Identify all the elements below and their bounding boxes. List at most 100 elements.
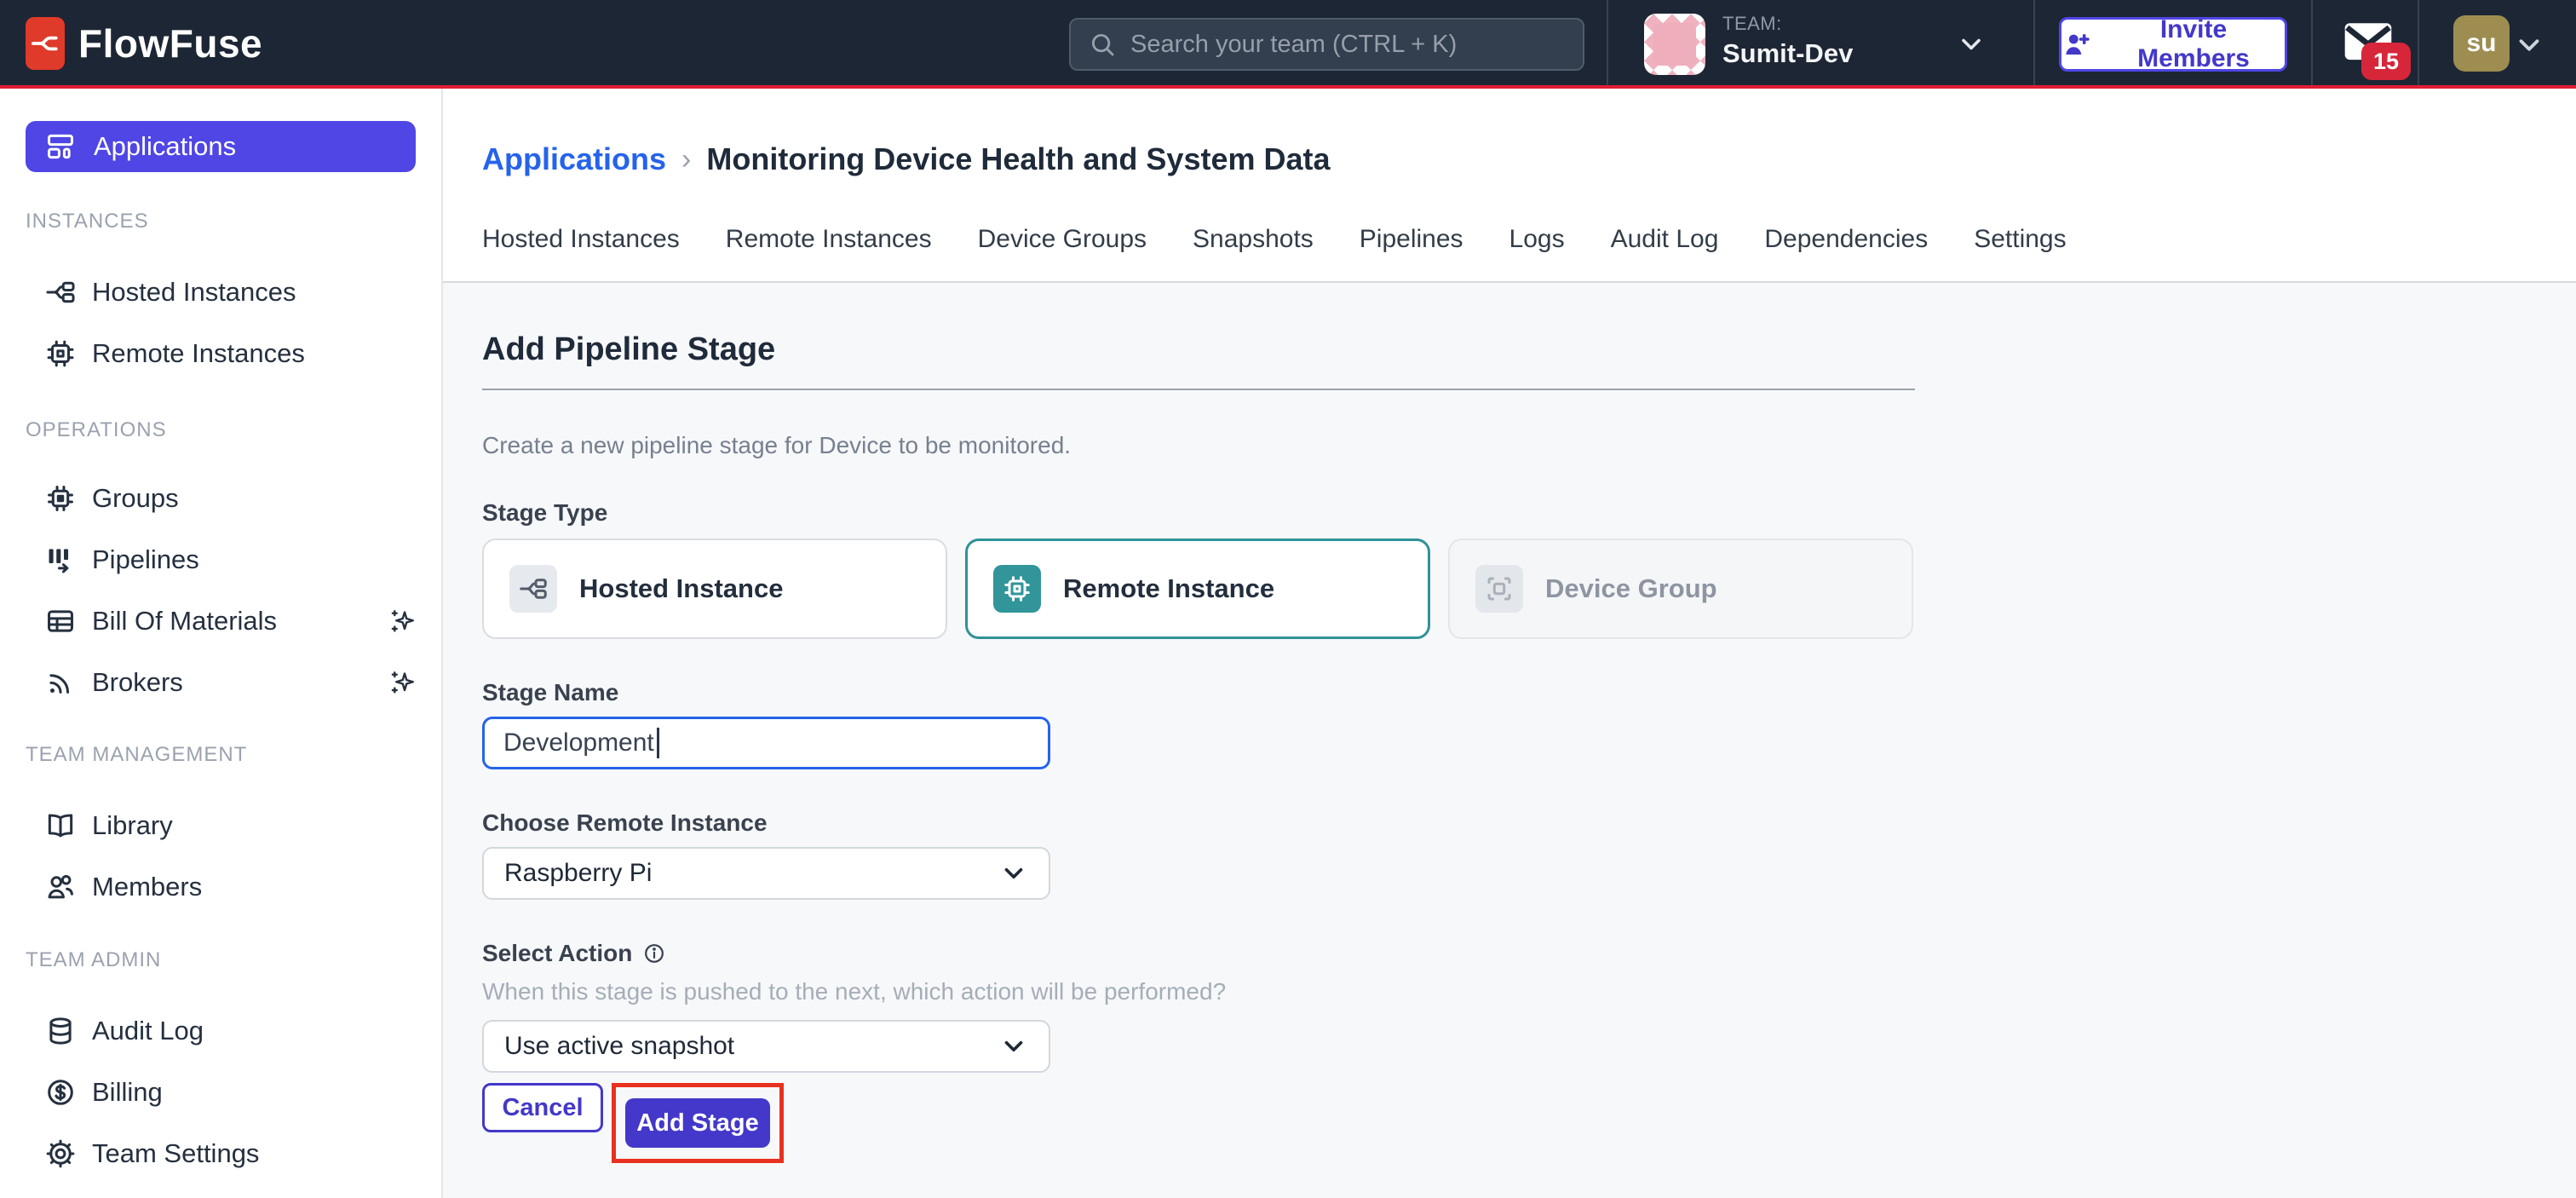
stage-name-value: Development <box>503 729 654 757</box>
flowfuse-logo-icon <box>26 17 65 70</box>
sidebar-item-members[interactable]: Members <box>44 863 417 911</box>
brokers-icon <box>44 666 77 699</box>
tab-bar: Hosted Instances Remote Instances Device… <box>482 225 2576 254</box>
remote-instance-value: Raspberry Pi <box>504 859 652 888</box>
members-icon <box>44 871 77 903</box>
sparkles-icon <box>387 606 417 636</box>
stage-type-label-text: Hosted Instance <box>579 573 783 604</box>
sidebar-item-library[interactable]: Library <box>44 802 417 850</box>
sidebar-item-label: Team Settings <box>92 1138 259 1169</box>
tab-pipelines[interactable]: Pipelines <box>1360 225 1463 254</box>
stage-type-label-text: Device Group <box>1545 573 1717 604</box>
text-cursor <box>657 728 659 758</box>
tab-dependencies[interactable]: Dependencies <box>1764 225 1928 254</box>
team-chevron-down-icon[interactable] <box>1956 29 1987 60</box>
sidebar-item-label: Library <box>92 810 173 841</box>
cancel-button[interactable]: Cancel <box>482 1083 603 1132</box>
tab-hosted-instances[interactable]: Hosted Instances <box>482 225 680 254</box>
sidebar-item-audit-log[interactable]: Audit Log <box>44 1007 417 1055</box>
stage-name-input[interactable]: Development <box>482 717 1050 769</box>
notification-badge: 15 <box>2361 43 2411 80</box>
tab-audit-log[interactable]: Audit Log <box>1611 225 1719 254</box>
action-select[interactable]: Use active snapshot <box>482 1020 1050 1073</box>
chevron-down-icon <box>999 859 1028 888</box>
tab-logs[interactable]: Logs <box>1509 225 1565 254</box>
invite-members-label: Invite Members <box>2102 15 2285 73</box>
sidebar-item-groups[interactable]: Groups <box>44 475 417 522</box>
info-icon[interactable] <box>642 942 666 965</box>
billing-icon <box>44 1076 77 1109</box>
nav-divider <box>2311 0 2313 85</box>
chevron-down-icon <box>999 1032 1028 1061</box>
groups-icon <box>44 482 77 515</box>
notifications-button[interactable]: 15 <box>2341 19 2414 82</box>
select-action-label-text: Select Action <box>482 940 632 967</box>
remote-instances-icon <box>44 337 77 370</box>
team-selector[interactable]: TEAM: Sumit-Dev <box>1722 13 1853 69</box>
sidebar-item-brokers[interactable]: Brokers <box>44 659 417 706</box>
tab-snapshots[interactable]: Snapshots <box>1193 225 1314 254</box>
search-input[interactable]: Search your team (CTRL + K) <box>1069 18 1584 71</box>
breadcrumb-separator: › <box>681 143 691 176</box>
sidebar-item-team-settings[interactable]: Team Settings <box>44 1130 417 1178</box>
tab-remote-instances[interactable]: Remote Instances <box>726 225 932 254</box>
sidebar-item-label: Applications <box>94 131 236 162</box>
sidebar-item-pipelines[interactable]: Pipelines <box>44 536 417 584</box>
sidebar-item-label: Audit Log <box>92 1016 204 1046</box>
sidebar-item-hosted-instances[interactable]: Hosted Instances <box>44 268 417 316</box>
sparkles-icon <box>387 667 417 698</box>
stage-type-label: Stage Type <box>482 499 2576 527</box>
remote-instance-icon <box>993 565 1041 613</box>
sidebar-item-bill-of-materials[interactable]: Bill Of Materials <box>44 597 417 645</box>
form-title: Add Pipeline Stage <box>482 331 2576 368</box>
add-stage-button[interactable]: Add Stage <box>625 1098 770 1148</box>
action-value: Use active snapshot <box>504 1032 734 1061</box>
nav-divider <box>2418 0 2419 85</box>
sidebar-item-label: Billing <box>92 1077 163 1108</box>
sidebar-item-label: Pipelines <box>92 544 199 575</box>
top-navbar: FlowFuse Search your team (CTRL + K) TEA… <box>0 0 2576 89</box>
page-header: Applications › Monitoring Device Health … <box>443 89 2576 283</box>
user-chevron-down-icon[interactable] <box>2513 29 2545 61</box>
nav-divider <box>1607 0 1608 85</box>
flowfuse-logo[interactable]: FlowFuse <box>26 17 262 70</box>
form-actions: Cancel Add Stage <box>482 1083 2576 1163</box>
breadcrumb-applications-link[interactable]: Applications <box>482 141 666 177</box>
remote-instance-label: Choose Remote Instance <box>482 809 2576 837</box>
tab-settings[interactable]: Settings <box>1974 225 2066 254</box>
sidebar-item-remote-instances[interactable]: Remote Instances <box>44 330 417 377</box>
hosted-instance-icon <box>509 565 557 613</box>
breadcrumb: Applications › Monitoring Device Health … <box>482 141 2576 177</box>
team-avatar[interactable] <box>1644 14 1705 75</box>
team-label: TEAM: <box>1722 13 1853 35</box>
sidebar-item-label: Bill Of Materials <box>92 606 371 636</box>
brand-name: FlowFuse <box>78 20 262 66</box>
library-icon <box>44 809 77 842</box>
remote-instance-select[interactable]: Raspberry Pi <box>482 847 1050 900</box>
select-action-label: Select Action <box>482 940 2576 967</box>
sidebar-section-team-admin: TEAM ADMIN <box>26 948 441 972</box>
red-annotation-box: Add Stage <box>612 1083 784 1163</box>
team-settings-icon <box>44 1138 77 1170</box>
stage-type-hosted-instance[interactable]: Hosted Instance <box>482 539 947 639</box>
divider <box>482 389 1915 390</box>
sidebar-section-operations: OPERATIONS <box>26 418 441 442</box>
stage-type-remote-instance[interactable]: Remote Instance <box>965 539 1430 639</box>
tab-device-groups[interactable]: Device Groups <box>978 225 1147 254</box>
stage-type-label-text: Remote Instance <box>1063 573 1274 604</box>
sidebar: Applications INSTANCES Hosted Instances … <box>0 89 443 1198</box>
applications-icon <box>44 130 77 163</box>
hosted-instances-icon <box>44 276 77 308</box>
user-avatar[interactable]: su <box>2453 15 2510 72</box>
sidebar-section-instances: INSTANCES <box>26 210 441 233</box>
team-name: Sumit-Dev <box>1722 38 1853 69</box>
sidebar-item-label: Hosted Instances <box>92 277 296 308</box>
sidebar-item-applications[interactable]: Applications <box>26 121 416 172</box>
device-group-icon <box>1475 565 1523 613</box>
main-area: Applications › Monitoring Device Health … <box>443 89 2576 1198</box>
sidebar-item-label: Members <box>92 872 202 902</box>
stage-name-label: Stage Name <box>482 679 2576 706</box>
add-pipeline-stage-form: Add Pipeline Stage Create a new pipeline… <box>443 283 2576 1163</box>
sidebar-item-billing[interactable]: Billing <box>44 1068 417 1116</box>
invite-members-button[interactable]: Invite Members <box>2059 17 2287 72</box>
